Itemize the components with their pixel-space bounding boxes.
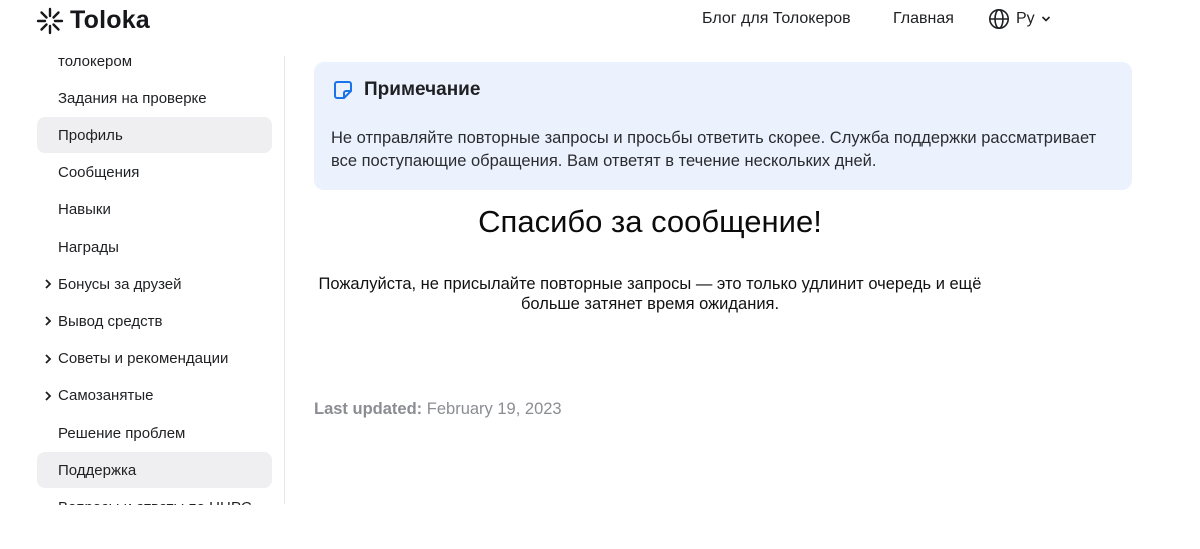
sidebar-item-label: Вопросы и ответы по НЦРС: [58, 499, 252, 505]
language-label: Ру: [1016, 10, 1035, 27]
thanks-text: Пожалуйста, не присылайте повторные запр…: [318, 275, 982, 313]
sidebar-item-label: Вывод средств: [58, 312, 163, 330]
sidebar-item-label: Бонусы за друзей: [58, 275, 182, 293]
chevron-right-icon: [45, 391, 52, 401]
sidebar-item[interactable]: Советы и рекомендации: [37, 341, 272, 377]
sidebar-item[interactable]: Вопросы и ответы по НЦРС: [37, 489, 272, 505]
chevron-down-icon: [1041, 16, 1050, 22]
last-updated-date: February 19, 2023: [426, 400, 562, 418]
note-callout: Примечание Не отправляйте повторные запр…: [314, 62, 1132, 190]
chevron-right-icon: [45, 316, 52, 327]
sidebar-item[interactable]: Навыки: [37, 192, 272, 228]
sidebar-item[interactable]: Профиль: [37, 117, 272, 154]
sidebar-item-label: Профиль: [58, 126, 123, 144]
sidebar-item-label: Награды: [58, 238, 119, 256]
note-text: Не отправляйте повторные запросы и прось…: [331, 129, 1097, 170]
last-updated-label: Last updated:: [314, 400, 423, 418]
sidebar-item[interactable]: Бонусы за друзей: [37, 266, 272, 302]
thanks-heading: Спасибо за сообщение!: [478, 204, 822, 239]
sidebar-item-label: Решение проблем: [58, 424, 186, 442]
sidebar-item-label: Навыки: [58, 201, 111, 219]
sidebar-item[interactable]: Награды: [37, 229, 272, 265]
sidebar-nav: толокером Задания на проверке Профиль Сообщ…: [0, 46, 285, 505]
sidebar-item-label: Задания на проверке: [58, 89, 207, 107]
last-updated: Last updated: February 19, 2023: [314, 400, 562, 419]
top-header: Toloka Блог для Толокеров Главная Ру: [0, 0, 1200, 40]
sticky-note-icon: [334, 81, 352, 99]
sidebar-item-label: Советы и рекомендации: [58, 350, 229, 368]
note-header: Примечание: [332, 79, 480, 101]
sidebar-item-label: Поддержка: [58, 461, 137, 479]
language-switcher[interactable]: Ру: [988, 8, 1051, 30]
sidebar-item[interactable]: Сообщения: [37, 155, 272, 191]
nav-home-link[interactable]: Главная: [893, 10, 954, 28]
top-nav: Блог для Толокеров Главная Ру: [0, 0, 1200, 40]
sidebar-item-label: толокером: [58, 52, 133, 70]
sidebar-item[interactable]: Решение проблем: [37, 415, 272, 451]
sidebar-item[interactable]: Поддержка: [37, 452, 272, 489]
sidebar-item[interactable]: Самозанятые: [37, 378, 272, 414]
note-title: Примечание: [364, 79, 481, 100]
nav-blog-link[interactable]: Блог для Толокеров: [702, 10, 851, 28]
sidebar-item-label: Самозанятые: [58, 387, 154, 405]
chevron-right-icon: [45, 279, 52, 289]
sidebar-item[interactable]: толокером: [37, 46, 272, 79]
sidebar-divider: [284, 56, 285, 504]
chevron-right-icon: [45, 353, 52, 364]
sidebar-item-label: Сообщения: [58, 164, 140, 182]
sidebar-item[interactable]: Вывод средств: [37, 303, 272, 339]
globe-icon: [989, 9, 1009, 29]
sidebar-item[interactable]: Задания на проверке: [37, 80, 272, 116]
